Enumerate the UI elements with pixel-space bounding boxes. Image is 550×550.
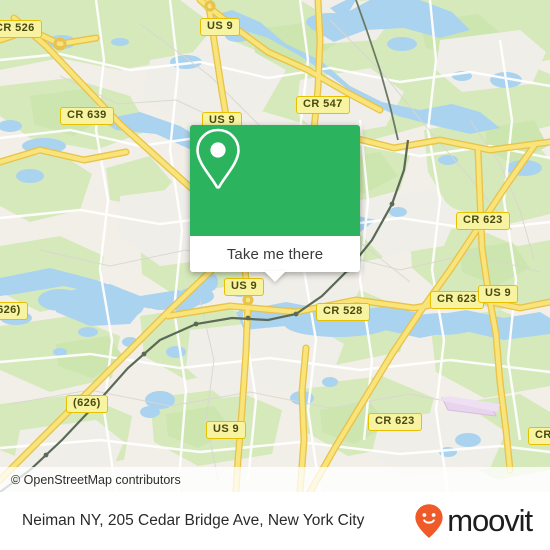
road-label-cr-clipped: CR	[528, 427, 550, 445]
map-pin-icon	[196, 128, 240, 189]
road-label-us-9-bottom: US 9	[206, 421, 247, 439]
location-popup-card[interactable]: Take me there	[190, 125, 360, 282]
road-label-626: (626)	[66, 395, 108, 413]
road-label-cr-623-bottom: CR 623	[368, 413, 422, 431]
moovit-wordmark: moovit	[447, 503, 533, 538]
road-label-us-9-mid: US 9	[224, 278, 265, 296]
road-label-cr-623-right: CR 623	[456, 212, 510, 230]
road-label-us-9-right-hidden: US 9	[478, 285, 519, 303]
map-canvas[interactable]: CR 526US 9CR 639CR 547US 9CR 623US 9CR 5…	[0, 0, 550, 492]
popup-pointer-tail	[264, 271, 286, 282]
road-label-us-9-top: US 9	[200, 18, 241, 36]
road-label-cr-623-mid: CR 623	[430, 291, 484, 309]
road-label-cr-526: CR 526	[0, 20, 42, 38]
road-label-626-left: (626)	[0, 302, 28, 320]
map-attribution-bar: © OpenStreetMap contributors	[0, 467, 550, 492]
moovit-map-screenshot: CR 526US 9CR 639CR 547US 9CR 623US 9CR 5…	[0, 0, 550, 550]
take-me-there-label: Take me there	[226, 245, 324, 263]
popup-image-area	[190, 125, 360, 236]
moovit-logo[interactable]: moovit	[414, 503, 533, 539]
road-label-cr-528: CR 528	[316, 303, 370, 321]
road-label-cr-547: CR 547	[296, 96, 350, 114]
attribution-text[interactable]: © OpenStreetMap contributors	[0, 473, 181, 487]
road-label-cr-639: CR 639	[60, 107, 114, 125]
moovit-pin-smile-icon	[415, 504, 443, 538]
footer-bar: Neiman NY, 205 Cedar Bridge Ave, New Yor…	[0, 492, 550, 550]
take-me-there-button[interactable]: Take me there	[190, 236, 360, 282]
address-text: Neiman NY, 205 Cedar Bridge Ave, New Yor…	[22, 512, 365, 529]
